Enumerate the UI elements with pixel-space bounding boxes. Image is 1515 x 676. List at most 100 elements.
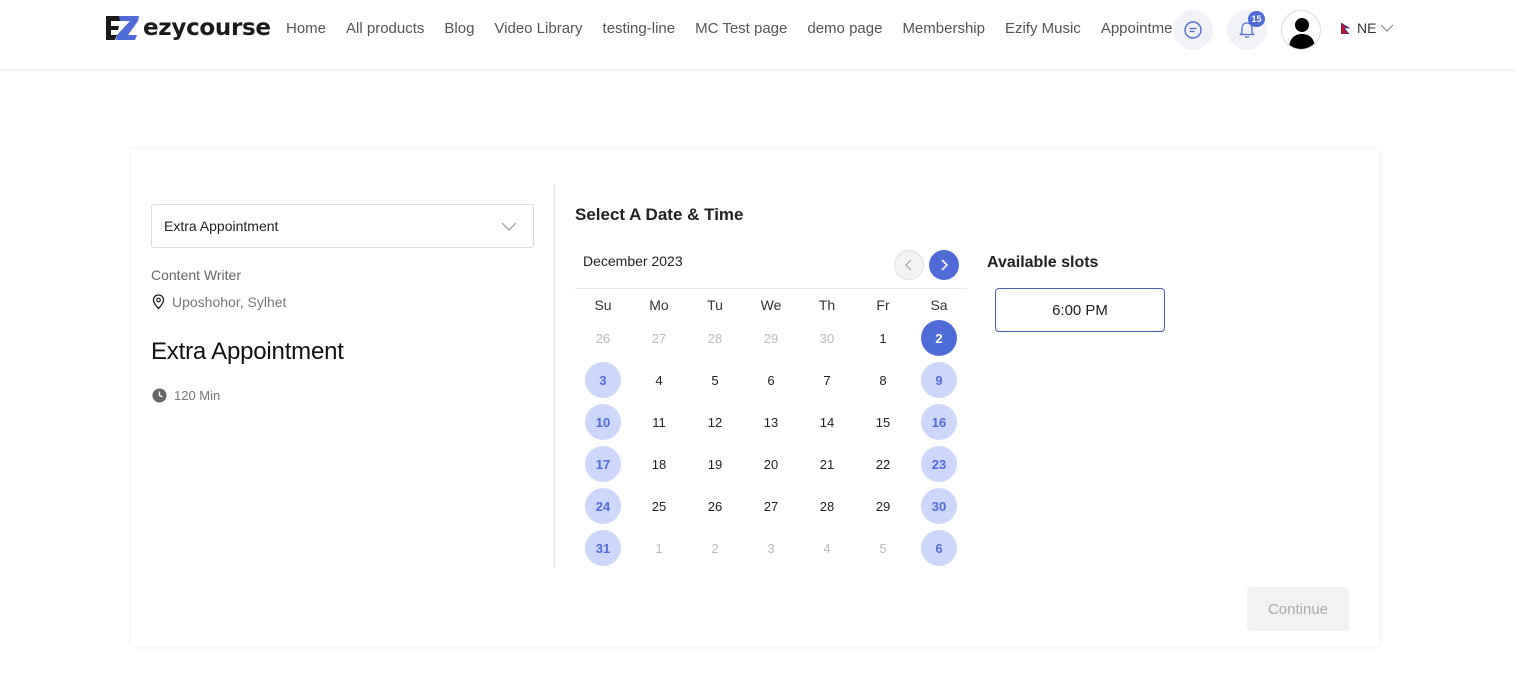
calendar-day-available[interactable]: 30 — [911, 485, 967, 527]
nav-video-library[interactable]: Video Library — [494, 20, 582, 37]
time-slot-button[interactable]: 6:00 PM — [995, 288, 1165, 332]
calendar-day-number: 9 — [921, 362, 957, 398]
event-type-select[interactable]: Extra Appointment — [151, 204, 534, 248]
brand-logo[interactable]: ezycourse — [106, 14, 271, 42]
calendar-day-available[interactable]: 10 — [575, 401, 631, 443]
next-month-button[interactable] — [929, 250, 959, 280]
nav-mc-test-page[interactable]: MC Test page — [695, 20, 787, 37]
calendar-day-available[interactable]: 9 — [911, 359, 967, 401]
calendar-day: 26 — [575, 317, 631, 359]
weekday-label: Sa — [930, 297, 948, 313]
calendar-day-number: 3 — [767, 540, 775, 556]
date-time-heading: Select A Date & Time — [575, 205, 744, 224]
calendar-day-number: 28 — [707, 330, 723, 346]
calendar-day: 13 — [743, 401, 799, 443]
calendar-day-number: 23 — [921, 446, 957, 482]
user-avatar-icon — [1289, 18, 1315, 49]
calendar-day-available[interactable]: 16 — [911, 401, 967, 443]
user-avatar[interactable] — [1281, 10, 1321, 50]
calendar-day-number: 1 — [879, 330, 887, 346]
calendar-day: 2 — [687, 527, 743, 569]
calendar-day-number: 5 — [879, 540, 887, 556]
chat-button[interactable] — [1173, 10, 1213, 50]
top-header: ezycourse Home All products Blog Video L… — [0, 0, 1515, 70]
calendar-day: 28 — [687, 317, 743, 359]
event-title: Extra Appointment — [151, 338, 344, 365]
calendar-day-number: 31 — [585, 530, 621, 566]
calendar-day: 11 — [631, 401, 687, 443]
calendar-day-number: 27 — [763, 498, 779, 514]
calendar-day: 15 — [855, 401, 911, 443]
continue-button[interactable]: Continue — [1247, 587, 1349, 631]
calendar-day: 22 — [855, 443, 911, 485]
booking-card: Extra Appointment Content Writer Uposhoh… — [131, 149, 1379, 646]
nepal-flag-icon — [1341, 22, 1350, 34]
calendar-day: 3 — [743, 527, 799, 569]
calendar-day-number: 30 — [921, 488, 957, 524]
nav-blog[interactable]: Blog — [444, 20, 474, 37]
weekday-label: Th — [818, 297, 836, 313]
weekday-label: Fr — [876, 297, 890, 313]
calendar-day-number: 16 — [921, 404, 957, 440]
calendar-day: 7 — [799, 359, 855, 401]
weekday-label: We — [760, 297, 782, 313]
event-type-value: Extra Appointment — [164, 218, 279, 234]
calendar-day-number: 29 — [875, 498, 891, 514]
calendar-day: 30 — [799, 317, 855, 359]
calendar-day-number: 2 — [711, 540, 719, 556]
nav-home[interactable]: Home — [286, 20, 326, 37]
location-info: Uposhohor, Sylhet — [151, 294, 286, 310]
chevron-down-icon — [1381, 24, 1394, 32]
calendar-day-available[interactable]: 24 — [575, 485, 631, 527]
host-role: Content Writer — [151, 267, 241, 283]
brand-name: ezycourse — [143, 15, 271, 41]
duration-info: 120 Min — [152, 388, 220, 403]
available-slots-heading: Available slots — [987, 254, 1099, 271]
language-code: NE — [1357, 20, 1377, 36]
nav-all-products[interactable]: All products — [346, 20, 424, 37]
calendar-day-available[interactable]: 31 — [575, 527, 631, 569]
calendar-day-number: 7 — [823, 372, 831, 388]
calendar-day-available[interactable]: 23 — [911, 443, 967, 485]
calendar-day-selected[interactable]: 2 — [911, 317, 967, 359]
weekday-label: Su — [594, 297, 612, 313]
calendar-header-divider — [575, 288, 967, 289]
calendar-day-available[interactable]: 17 — [575, 443, 631, 485]
nav-testing-line[interactable]: testing-line — [603, 20, 676, 37]
nav-membership[interactable]: Membership — [902, 20, 985, 37]
calendar-day: 4 — [631, 359, 687, 401]
calendar-day: 29 — [743, 317, 799, 359]
main-nav: Home All products Blog Video Library tes… — [286, 20, 1205, 37]
calendar-day: 27 — [631, 317, 687, 359]
chevron-left-icon — [905, 259, 912, 271]
calendar-day: 14 — [799, 401, 855, 443]
notifications-button[interactable]: 15 — [1227, 10, 1267, 50]
calendar-day-number: 2 — [921, 320, 957, 356]
calendar-day-number: 22 — [875, 456, 891, 472]
nav-demo-page[interactable]: demo page — [807, 20, 882, 37]
calendar-day: 29 — [855, 485, 911, 527]
calendar-day: 12 — [687, 401, 743, 443]
calendar-day: 21 — [799, 443, 855, 485]
notification-count-badge: 15 — [1248, 11, 1265, 27]
calendar-day-number: 6 — [767, 372, 775, 388]
chevron-right-icon — [941, 259, 949, 271]
calendar-day: 19 — [687, 443, 743, 485]
language-selector[interactable]: NE — [1341, 20, 1394, 36]
calendar-day-number: 24 — [585, 488, 621, 524]
calendar-day-number: 15 — [875, 414, 891, 430]
weekday-header: Su Mo Tu We Th Fr Sa — [575, 293, 967, 317]
calendar-day-available[interactable]: 6 — [911, 527, 967, 569]
calendar-day-number: 26 — [595, 330, 611, 346]
calendar-day-number: 18 — [651, 456, 667, 472]
calendar-day-number: 25 — [651, 498, 667, 514]
calendar-day-available[interactable]: 3 — [575, 359, 631, 401]
nav-ezify-music[interactable]: Ezify Music — [1005, 20, 1081, 37]
calendar-day: 8 — [855, 359, 911, 401]
calendar-day-number: 13 — [763, 414, 779, 430]
calendar-month-label: December 2023 — [583, 253, 683, 269]
calendar-day: 1 — [855, 317, 911, 359]
calendar-day-number: 27 — [651, 330, 667, 346]
previous-month-button[interactable] — [894, 250, 924, 280]
calendar-day-number: 19 — [707, 456, 723, 472]
